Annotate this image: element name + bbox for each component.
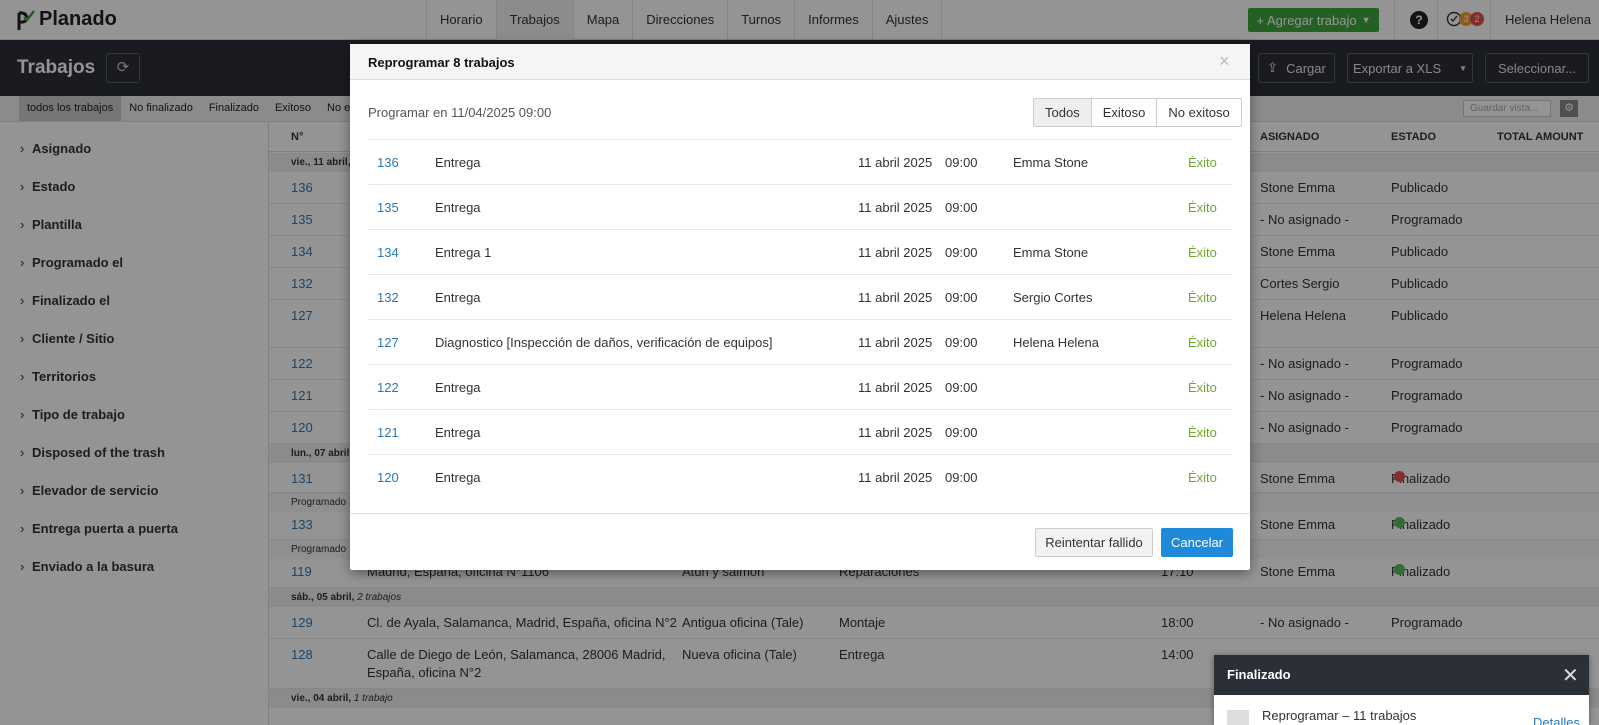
job-link[interactable]: 136 (377, 155, 399, 170)
job-result: Éxito (1188, 290, 1217, 305)
job-link[interactable]: 122 (377, 380, 399, 395)
job-type: Entrega (435, 290, 481, 305)
task-icon (1227, 710, 1249, 725)
job-result: Éxito (1188, 335, 1217, 350)
toast-header: Finalizado ✕ (1214, 655, 1589, 695)
list-item: 121 Entrega 11 abril 2025 09:00 Éxito (368, 409, 1232, 454)
details-link[interactable]: Detalles (1533, 715, 1580, 725)
job-link[interactable]: 135 (377, 200, 399, 215)
job-link[interactable]: 132 (377, 290, 399, 305)
job-type: Entrega 1 (435, 245, 492, 260)
cancel-button[interactable]: Cancelar (1161, 528, 1233, 557)
job-result: Éxito (1188, 470, 1217, 485)
job-type: Entrega (435, 200, 481, 215)
job-date: 11 abril 2025 (858, 380, 933, 395)
job-date: 11 abril 2025 (858, 155, 933, 170)
job-time: 09:00 (945, 245, 978, 260)
list-item: 132 Entrega 11 abril 2025 09:00 Sergio Corte… (368, 274, 1232, 319)
job-link[interactable]: 127 (377, 335, 399, 350)
list-item: 136 Entrega 11 abril 2025 09:00 Emma Stone Éx… (368, 139, 1232, 184)
job-type: Entrega (435, 380, 481, 395)
close-icon[interactable]: ✕ (1562, 663, 1579, 688)
job-result: Éxito (1188, 245, 1217, 260)
list-item: 120 Entrega 11 abril 2025 09:00 Éxito (368, 454, 1232, 499)
job-date: 11 abril 2025 (858, 470, 933, 485)
job-date: 11 abril 2025 (858, 200, 933, 215)
job-time: 09:00 (945, 380, 978, 395)
job-type: Entrega (435, 470, 481, 485)
job-link[interactable]: 120 (377, 470, 399, 485)
toast-message: Reprogramar – 11 trabajos (1262, 708, 1417, 723)
segment-success[interactable]: Exitoso (1090, 99, 1157, 126)
job-result: Éxito (1188, 200, 1217, 215)
job-type: Entrega (435, 155, 481, 170)
list-item: 127 Diagnostico [Inspección de daños, ver… (368, 319, 1232, 364)
job-result: Éxito (1188, 425, 1217, 440)
list-item: 134 Entrega 1 11 abril 2025 09:00 Emma Stone… (368, 229, 1232, 274)
dialog-header: Reprogramar 8 trabajos × (350, 44, 1250, 80)
job-assignee: Emma Stone (1013, 245, 1089, 260)
dialog-footer: Reintentar fallido Cancelar (350, 513, 1250, 570)
job-time: 09:00 (945, 290, 978, 305)
job-result: Éxito (1188, 155, 1217, 170)
job-time: 09:00 (945, 470, 978, 485)
job-date: 11 abril 2025 (858, 425, 933, 440)
notification-toast: Finalizado ✕ Reprogramar – 11 trabajos D… (1214, 655, 1589, 725)
job-time: 09:00 (945, 200, 978, 215)
dialog-title: Reprogramar 8 trabajos (368, 55, 515, 70)
segment-failed[interactable]: No exitoso (1156, 99, 1240, 126)
job-time: 09:00 (945, 425, 978, 440)
job-result: Éxito (1188, 380, 1217, 395)
job-date: 11 abril 2025 (858, 335, 933, 350)
job-time: 09:00 (945, 155, 978, 170)
job-link[interactable]: 121 (377, 425, 399, 440)
schedule-text: Programar en 11/04/2025 09:00 (368, 105, 552, 120)
job-date: 11 abril 2025 (858, 290, 933, 305)
close-icon[interactable]: × (1219, 51, 1230, 72)
job-link[interactable]: 134 (377, 245, 399, 260)
toast-title: Finalizado (1227, 667, 1291, 682)
job-time: 09:00 (945, 335, 978, 350)
job-date: 11 abril 2025 (858, 245, 933, 260)
job-assignee: Emma Stone (1013, 155, 1089, 170)
job-type: Diagnostico [Inspección de daños, verifi… (435, 335, 773, 350)
result-filter: Todos Exitoso No exitoso (1033, 98, 1242, 127)
list-item: 122 Entrega 11 abril 2025 09:00 Éxito (368, 364, 1232, 409)
reschedule-dialog: Reprogramar 8 trabajos × Programar en 11… (350, 44, 1250, 570)
list-item: 135 Entrega 11 abril 2025 09:00 Éxito (368, 184, 1232, 229)
job-assignee: Sergio Cortes (1013, 290, 1093, 305)
retry-failed-button[interactable]: Reintentar fallido (1035, 528, 1153, 557)
job-assignee: Helena Helena (1013, 335, 1100, 350)
segment-all[interactable]: Todos (1034, 99, 1091, 126)
job-type: Entrega (435, 425, 481, 440)
